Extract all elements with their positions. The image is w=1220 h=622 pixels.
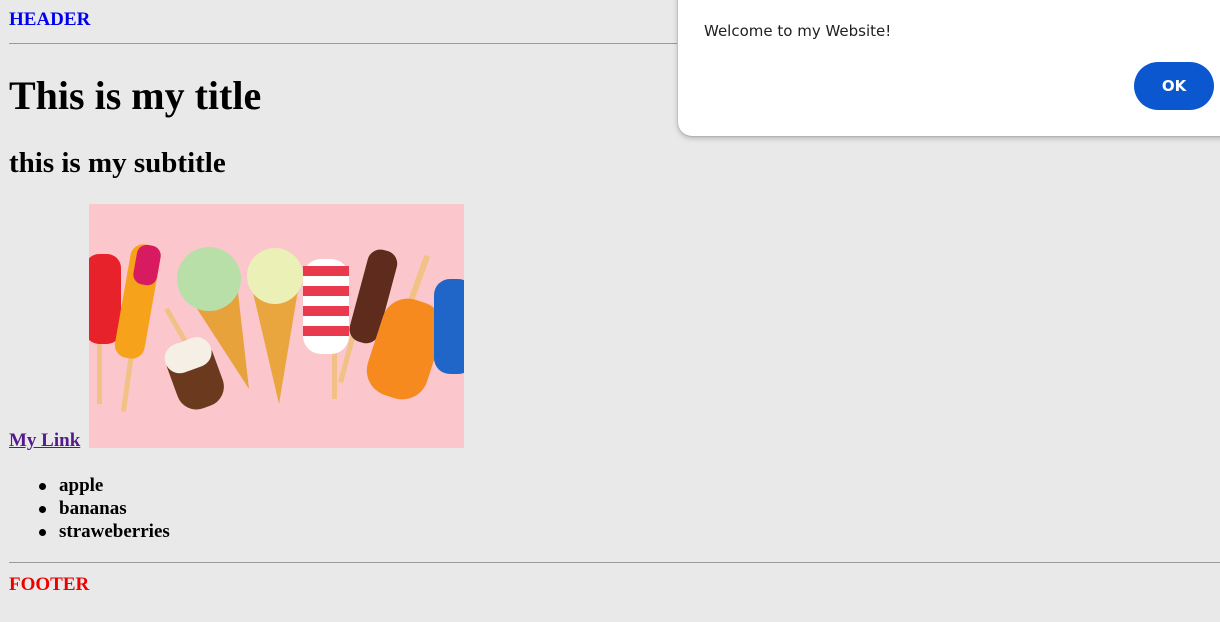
- dialog-message: Welcome to my Website!: [704, 22, 892, 40]
- header-text: HEADER: [9, 9, 91, 30]
- fruit-list: apple bananas straweberries: [39, 474, 170, 543]
- footer-text: FOOTER: [9, 574, 90, 595]
- footer-divider: [9, 562, 1220, 563]
- alert-dialog: trustseal-unique Welcome to my Website! …: [678, 0, 1220, 136]
- ok-button[interactable]: OK: [1134, 62, 1214, 110]
- page-title: This is my title: [9, 73, 262, 118]
- page: HEADER This is my title this is my subti…: [0, 0, 1220, 622]
- page-subtitle: this is my subtitle: [9, 147, 226, 179]
- list-item: bananas: [39, 497, 170, 520]
- list-item: apple: [39, 474, 170, 497]
- my-link[interactable]: My Link: [9, 430, 80, 452]
- ice-cream-image: [89, 204, 464, 448]
- list-item: straweberries: [39, 521, 170, 542]
